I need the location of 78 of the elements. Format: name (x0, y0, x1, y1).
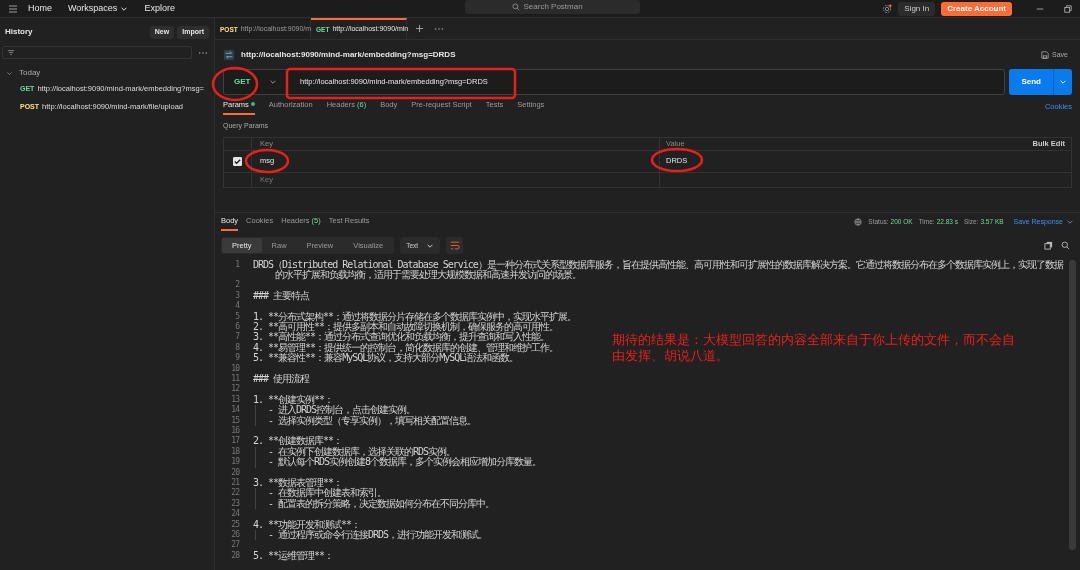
sign-in-button[interactable]: Sign In (898, 1, 936, 16)
line-number: 22 (230, 488, 241, 499)
code-line: DRDS（Distributed Relational Database Service）是一种分布式关系型数据库服务，旨在提供高性能、高可用性和可扩展性的数据库解决方案。它通过将数据分布在多个数据库实例上，实现了数据的水平扩展和负载均衡，适用于需要处理大规模数据和高速并发访问的场景。 (253, 259, 1064, 281)
wrap-lines-icon[interactable] (446, 237, 464, 254)
annotation-circle (244, 148, 290, 174)
more-icon[interactable] (198, 50, 208, 55)
nav-link[interactable]: Home (28, 1, 52, 16)
settings-icon[interactable] (882, 3, 893, 14)
line-number: 17 (230, 436, 241, 447)
chevron-down-icon (1066, 218, 1074, 227)
checkbox[interactable] (233, 156, 242, 166)
line-number: 1 (234, 259, 241, 271)
code-line: 2. **创建数据库**： (253, 436, 343, 447)
line-number: 14 (230, 405, 241, 416)
line-number: 24 (230, 509, 241, 520)
line-number: 25 (230, 519, 241, 530)
code-line: - 选择实例类型（专享实例），填写相关配置信息。 (268, 414, 477, 426)
chevron-down-icon (269, 78, 277, 86)
line-number: 3 (234, 290, 241, 301)
line-number: 8 (234, 342, 241, 353)
request-title: http://localhost:9090/mind-mark/embedding?msg=DRDS (241, 49, 456, 61)
line-number: 21 (230, 478, 241, 488)
globe-icon (854, 218, 863, 227)
line-number: 15 (230, 415, 241, 426)
code-line: - 在实例下创建数据库，选择关联的RDS实例。 (268, 445, 456, 457)
code-line: 1. **分布式架构**：通过将数据分片存储在多个数据库实例中，实现水平扩展。 (253, 311, 577, 322)
copy-icon[interactable] (1044, 241, 1053, 250)
code-line: 4. **易管理**：提供统一的控制台，简化数据库的创建、管理和维护工作。 (253, 342, 559, 353)
code-line: - 在数据库中创建表和索引。 (268, 487, 387, 499)
search-field[interactable]: Search Postman (465, 0, 640, 14)
sidebar-title: History (5, 26, 33, 38)
line-number: 10 (230, 363, 241, 374)
line-number: 26 (230, 530, 241, 540)
code-line: 5. **运维管理**： (253, 550, 334, 562)
nav-link[interactable]: Workspaces (68, 1, 129, 16)
annotation-circle (650, 147, 704, 173)
line-number: 20 (230, 467, 241, 478)
save-icon (1041, 51, 1050, 59)
search-input[interactable]: Search Postman (523, 1, 594, 13)
nav-link[interactable]: Explore (144, 1, 175, 16)
line-number: 2 (234, 280, 241, 291)
history-group[interactable]: Today (0, 67, 214, 79)
method-dropdown[interactable]: GET (224, 70, 288, 94)
code-line: - 默认每个RDS实例创建8个数据库，多个实例会相应增加分库数量。 (268, 456, 542, 468)
code-line: - 通过程序或命令行连接DRDS，进行功能开发和测试。 (268, 529, 488, 541)
menu-icon[interactable] (8, 3, 18, 14)
search-icon (511, 3, 520, 11)
code-line: 1. **创建实例**： (253, 394, 334, 406)
line-number: 18 (230, 446, 241, 457)
send-button[interactable]: Send (1009, 69, 1072, 95)
annotation-circle (211, 66, 259, 102)
code-line: 2. **高可用性**：提供多副本和自动故障切换机制，确保服务的高可用性。 (253, 321, 559, 332)
line-number: 19 (230, 457, 241, 468)
line-number: 5 (234, 311, 241, 322)
line-number: 7 (234, 332, 241, 343)
line-number: 27 (230, 540, 241, 551)
line-number: 4 (234, 301, 241, 312)
line-number: 9 (234, 353, 241, 364)
code-line: 3. **高性能**：通过分布式查询优化和负载均衡，提升查询和写入性能。 (253, 332, 550, 343)
http-request-icon (223, 49, 235, 61)
filter-icon (7, 48, 15, 57)
code-line: 5. **兼容性**：兼容MySQL协议，支持大部分MySQL语法和函数。 (253, 353, 519, 364)
code-line: ### 使用流程 (253, 373, 310, 385)
line-number: 16 (230, 426, 241, 436)
scrollbar[interactable] (1069, 259, 1076, 550)
filter-field[interactable] (2, 46, 192, 59)
code-line: ### 主要特点 (253, 290, 310, 302)
line-number: 12 (230, 384, 241, 395)
line-number: 11 (230, 373, 241, 384)
line-number: 28 (230, 550, 241, 562)
annotation-text: 期待的结果是：大模型回答的内容全部来自于你上传的文件，而不会自由发挥、胡说八道。 (612, 332, 1016, 364)
line-number: 13 (230, 394, 241, 405)
code-line: - 配置表的拆分策略，决定数据如何分布在不同分库中。 (268, 497, 495, 509)
code-line: - 进入DRDS控制台，点击创建实例。 (268, 404, 416, 416)
restore-icon[interactable] (1064, 4, 1072, 13)
line-number: 6 (234, 321, 241, 332)
line-number: 23 (230, 498, 241, 509)
search-icon[interactable] (1061, 241, 1070, 250)
